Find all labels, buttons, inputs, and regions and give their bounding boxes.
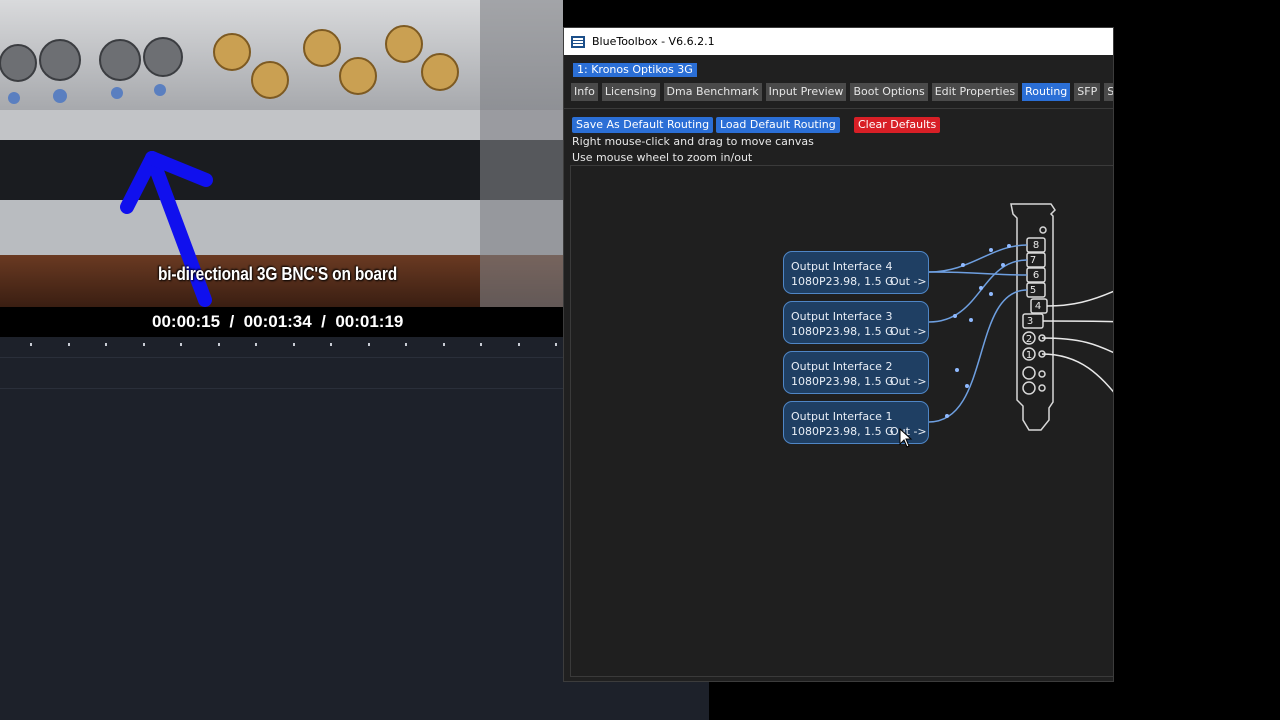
pcie-card-photo	[0, 0, 563, 307]
node-title: Output Interface 1	[791, 410, 893, 423]
video-frame: bi-directional 3G BNC'S on board	[0, 0, 563, 307]
window-title: BlueToolbox - V6.6.2.1	[592, 35, 715, 48]
tab-dma-benchmark[interactable]: Dma Benchmark	[663, 83, 762, 101]
tab-licensing[interactable]: Licensing	[601, 83, 660, 101]
clear-defaults-button[interactable]: Clear Defaults	[854, 117, 941, 133]
output-interface-2-node[interactable]: Output Interface 2 1080P23.98, 1.5 G Out…	[783, 351, 929, 394]
node-title: Output Interface 3	[791, 310, 893, 323]
timeline-tick	[105, 343, 107, 346]
tab-sfp[interactable]: SFP	[1074, 83, 1101, 101]
timeline-track-area	[0, 357, 563, 720]
timeline-tick	[518, 343, 520, 346]
timeline-tick	[555, 343, 557, 346]
tab-edit-properties[interactable]: Edit Properties	[931, 83, 1019, 101]
timeline-divider	[0, 388, 563, 389]
output-interface-3-node[interactable]: Output Interface 3 1080P23.98, 1.5 G Out…	[783, 301, 929, 344]
output-interface-4-node[interactable]: Output Interface 4 1080P23.98, 1.5 G Out…	[783, 251, 929, 294]
hint-zoom: Use mouse wheel to zoom in/out	[572, 151, 753, 164]
title-bar[interactable]: BlueToolbox - V6.6.2.1	[564, 28, 1113, 55]
node-title: Output Interface 4	[791, 260, 893, 273]
timeline-track-area	[563, 682, 709, 720]
timeline-tick	[368, 343, 370, 346]
card-port-label: 5	[1030, 285, 1036, 296]
route-connections	[928, 244, 1028, 423]
tab-simple[interactable]: Simpl	[1104, 83, 1113, 101]
card-port-label: 4	[1035, 301, 1041, 312]
save-default-routing-button[interactable]: Save As Default Routing	[572, 117, 714, 133]
timeline-tick	[30, 343, 32, 346]
timeline-tick	[330, 343, 332, 346]
node-format: 1080P23.98, 1.5 G	[791, 275, 894, 288]
node-format: 1080P23.98, 1.5 G	[791, 325, 894, 338]
hint-move-canvas: Right mouse-click and drag to move canva…	[572, 135, 814, 148]
tab-routing[interactable]: Routing	[1022, 83, 1071, 101]
card-port-label: 1	[1026, 350, 1032, 361]
tab-divider	[564, 108, 1113, 109]
timeline-tick	[480, 343, 482, 346]
tab-input-preview[interactable]: Input Preview	[765, 83, 847, 101]
card-port-squares	[1022, 237, 1048, 329]
route-flow-dots	[945, 244, 1011, 418]
node-format: 1080P23.98, 1.5 G	[791, 425, 894, 438]
timeline-tick	[293, 343, 295, 346]
timeline-tick	[143, 343, 145, 346]
bluetoolbox-window: BlueToolbox - V6.6.2.1 1: Kronos Optikos…	[563, 27, 1114, 682]
node-out-port[interactable]: Out ->	[890, 275, 927, 288]
tab-info[interactable]: Info	[571, 83, 598, 101]
app-icon	[571, 35, 585, 48]
video-caption: bi-directional 3G BNC'S on board	[158, 264, 397, 284]
timeline-tick	[405, 343, 407, 346]
timeline-divider	[0, 357, 563, 358]
load-default-routing-button[interactable]: Load Default Routing	[716, 117, 840, 133]
node-out-port[interactable]: Out ->	[890, 325, 927, 338]
timeline-tick	[180, 343, 182, 346]
card-port-label: 2	[1026, 334, 1032, 345]
card-port-label: 3	[1027, 316, 1033, 327]
tab-bar: Info Licensing Dma Benchmark Input Previ…	[571, 83, 1113, 101]
node-format: 1080P23.98, 1.5 G	[791, 375, 894, 388]
timeline-tick	[218, 343, 220, 346]
timeline-ruler[interactable]	[0, 337, 563, 357]
node-out-port[interactable]: Out ->	[890, 375, 927, 388]
card-port-label: 6	[1033, 270, 1039, 281]
timeline-tick	[443, 343, 445, 346]
mouse-cursor-icon	[899, 428, 913, 448]
timecode-readout: 00:00:15 / 00:01:34 / 00:01:19	[0, 307, 563, 337]
node-title: Output Interface 2	[791, 360, 893, 373]
timeline-tick	[68, 343, 70, 346]
routing-canvas[interactable]: 8 7 6 5 4 3 2 1 Output Interface 4 1080P…	[570, 165, 1113, 677]
card-port-label: 7	[1030, 255, 1036, 266]
device-tab[interactable]: 1: Kronos Optikos 3G	[573, 63, 697, 77]
card-port-label: 8	[1033, 240, 1039, 251]
tab-boot-options[interactable]: Boot Options	[850, 83, 928, 101]
timeline-tick	[255, 343, 257, 346]
